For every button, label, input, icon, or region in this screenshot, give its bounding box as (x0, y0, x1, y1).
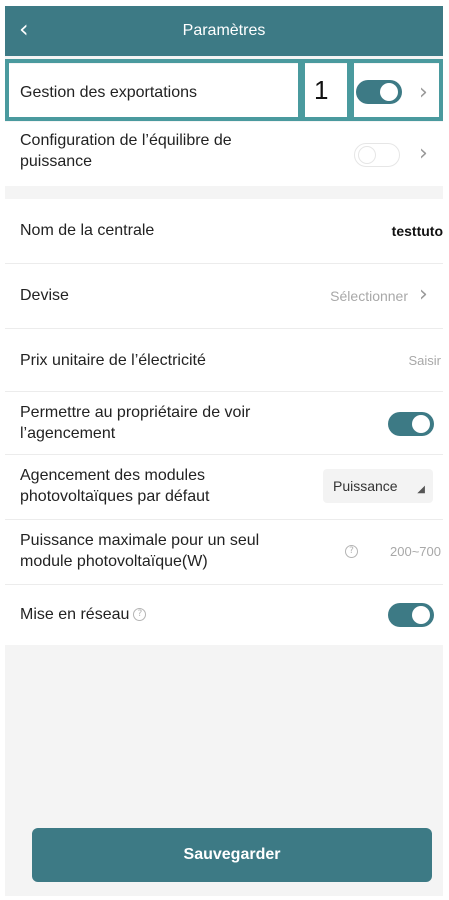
chevron-right-icon[interactable]: › (419, 143, 428, 165)
max-power-label-2: module photovoltaïque(W) (20, 553, 208, 570)
owner-view-label-1: Permettre au propriétaire de voir (20, 404, 251, 421)
unit-price-label: Prix unitaire de l’électricité (20, 352, 206, 369)
module-layout-row: Agencement des modules photovoltaïques p… (5, 455, 443, 519)
help-icon[interactable]: ? (133, 608, 147, 622)
module-layout-label-1: Agencement des modules (20, 467, 205, 484)
plant-name-label: Nom de la centrale (20, 222, 155, 239)
app-header: ‹ Paramètres (5, 6, 443, 56)
page-title: Paramètres (182, 22, 266, 39)
highlight-box-label (5, 59, 302, 121)
unit-price-input[interactable]: Saisir (408, 353, 441, 368)
toggle-knob (412, 606, 430, 624)
dropdown-caret-icon: ◢ (417, 484, 425, 495)
currency-label: Devise (20, 287, 69, 304)
chevron-right-icon[interactable]: › (419, 284, 428, 306)
highlight-box-toggle (350, 59, 443, 121)
settings-screen: ‹ Paramètres Gestion des exportations › … (5, 6, 443, 896)
owner-view-label-2: l’agencement (20, 425, 116, 442)
module-layout-select[interactable]: Puissance ◢ (323, 469, 433, 503)
currency-row[interactable]: Devise Sélectionner › (5, 264, 443, 328)
plant-name-row[interactable]: Nom de la centrale testtuto (5, 199, 443, 263)
power-balance-label-1: Configuration de l’équilibre de (20, 132, 232, 149)
module-layout-select-value: Puissance (333, 478, 398, 494)
network-label: Mise en réseau (20, 606, 130, 623)
network-row: Mise en réseau? (5, 585, 443, 645)
unit-price-row[interactable]: Prix unitaire de l’électricité Saisir (5, 329, 443, 391)
owner-view-row: Permettre au propriétaire de voir l’agen… (5, 392, 443, 454)
callout-number: 1 (314, 75, 329, 105)
plant-name-value[interactable]: testtuto (392, 223, 443, 239)
toggle-knob (358, 146, 376, 164)
max-power-row: Puissance maximale pour un seul module p… (5, 520, 443, 584)
power-balance-toggle[interactable] (354, 143, 400, 167)
power-balance-row[interactable]: Configuration de l’équilibre de puissanc… (5, 122, 443, 186)
module-layout-label-2: photovoltaïques par défaut (20, 488, 210, 505)
max-power-label-1: Puissance maximale pour un seul (20, 532, 260, 549)
max-power-value[interactable]: 200~700 (390, 544, 441, 559)
save-button[interactable]: Sauvegarder (32, 828, 432, 882)
currency-value[interactable]: Sélectionner (330, 288, 408, 304)
power-balance-label-2: puissance (20, 153, 93, 170)
help-icon[interactable]: ? (345, 545, 358, 558)
network-toggle[interactable] (388, 603, 434, 627)
owner-view-toggle[interactable] (388, 412, 434, 436)
toggle-knob (412, 415, 430, 433)
network-label-wrap: Mise en réseau? (20, 604, 147, 625)
